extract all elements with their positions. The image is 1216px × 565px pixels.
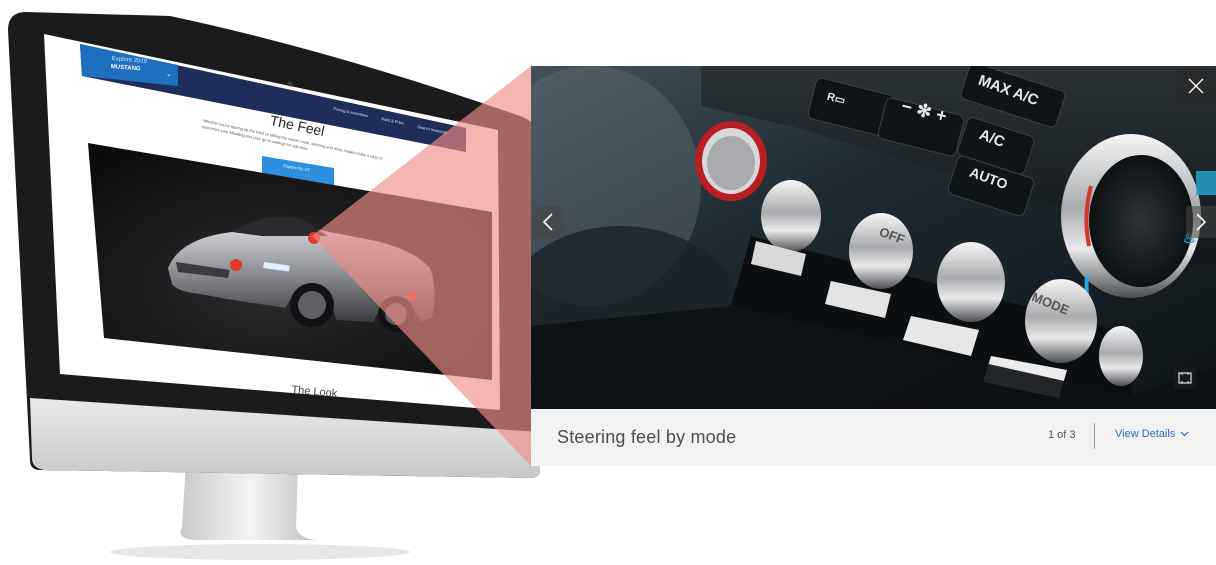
lightbox-photo: MAX A/C A/C AUTO OFF MODE − ✻ + R▭ ♨ xyxy=(531,66,1216,409)
lightbox-panel: MAX A/C A/C AUTO OFF MODE − ✻ + R▭ ♨ Ste… xyxy=(531,66,1216,466)
caption-bar: Steering feel by mode 1 of 3 View Detail… xyxy=(531,409,1216,466)
chevron-right-icon xyxy=(1196,213,1207,231)
expand-button[interactable] xyxy=(1174,367,1196,389)
chevron-left-icon xyxy=(542,213,553,231)
prev-image-button[interactable] xyxy=(533,206,563,238)
view-details-link[interactable]: View Details xyxy=(1115,428,1189,440)
next-image-button[interactable] xyxy=(1186,206,1216,238)
monitor-illustration xyxy=(8,12,540,560)
caption-divider xyxy=(1094,423,1095,449)
camera-dot xyxy=(287,81,293,87)
hotspot-2 xyxy=(230,259,242,271)
console-photo xyxy=(531,66,1216,409)
view-details-label: View Details xyxy=(1115,428,1176,440)
image-counter: 1 of 3 xyxy=(1048,429,1076,441)
chevron-down-icon xyxy=(1180,431,1189,437)
close-icon xyxy=(1188,78,1204,94)
expand-icon xyxy=(1178,372,1192,384)
desktop-monitor: Explore 2019 MUSTANG ⌄ Pricing & Incenti… xyxy=(0,0,560,565)
screen-chevron-down-icon[interactable]: ⌄ xyxy=(166,70,172,78)
stand-shadow xyxy=(110,544,410,560)
close-button[interactable] xyxy=(1177,68,1215,104)
caption-title: Steering feel by mode xyxy=(557,427,737,447)
